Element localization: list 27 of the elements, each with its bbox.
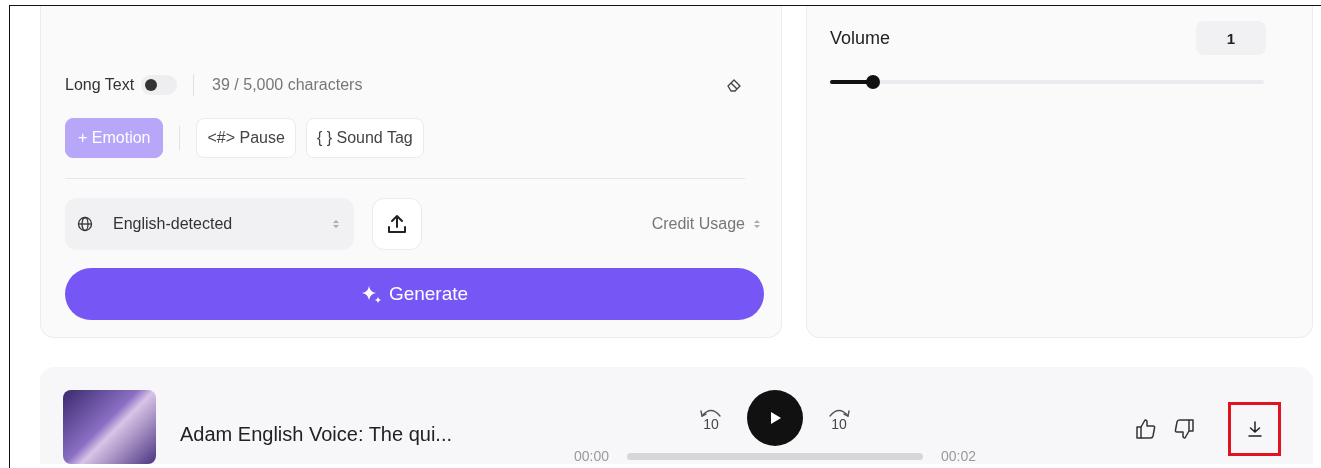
thumbs-up-icon[interactable] [1134, 417, 1158, 441]
generate-button[interactable]: Generate [65, 268, 764, 320]
sort-caret-icon [332, 218, 340, 230]
tag-button[interactable]: { } Sound Tag [305, 118, 424, 158]
rewind-button[interactable]: 10 [691, 405, 731, 431]
volume-slider[interactable] [830, 75, 1264, 89]
language-select[interactable]: English-detected [65, 198, 354, 250]
track-title: Adam English Voice: The qui... [180, 423, 453, 446]
download-button[interactable] [1228, 402, 1281, 456]
upload-button[interactable] [372, 198, 422, 250]
credit-usage-select[interactable]: Credit Usage [651, 215, 761, 233]
character-count: 39 / 5,000 characters [212, 76, 363, 94]
sort-caret-icon [753, 218, 761, 230]
eraser-icon[interactable] [725, 77, 743, 93]
current-time: 00:00 [573, 448, 609, 464]
long-text-toggle[interactable] [141, 75, 178, 95]
forward-button[interactable]: 10 [819, 405, 859, 431]
thumbs-down-icon[interactable] [1172, 417, 1196, 441]
tag-button[interactable]: <#> Pause [196, 118, 296, 158]
play-button[interactable] [747, 390, 803, 446]
duration-time: 00:02 [941, 448, 977, 464]
globe-icon [77, 216, 93, 232]
download-icon [1246, 420, 1263, 438]
volume-label: Volume [830, 27, 891, 49]
upload-icon [385, 212, 409, 236]
volume-value-field[interactable]: 1 [1196, 21, 1266, 55]
long-text-label: Long Text [65, 76, 135, 94]
